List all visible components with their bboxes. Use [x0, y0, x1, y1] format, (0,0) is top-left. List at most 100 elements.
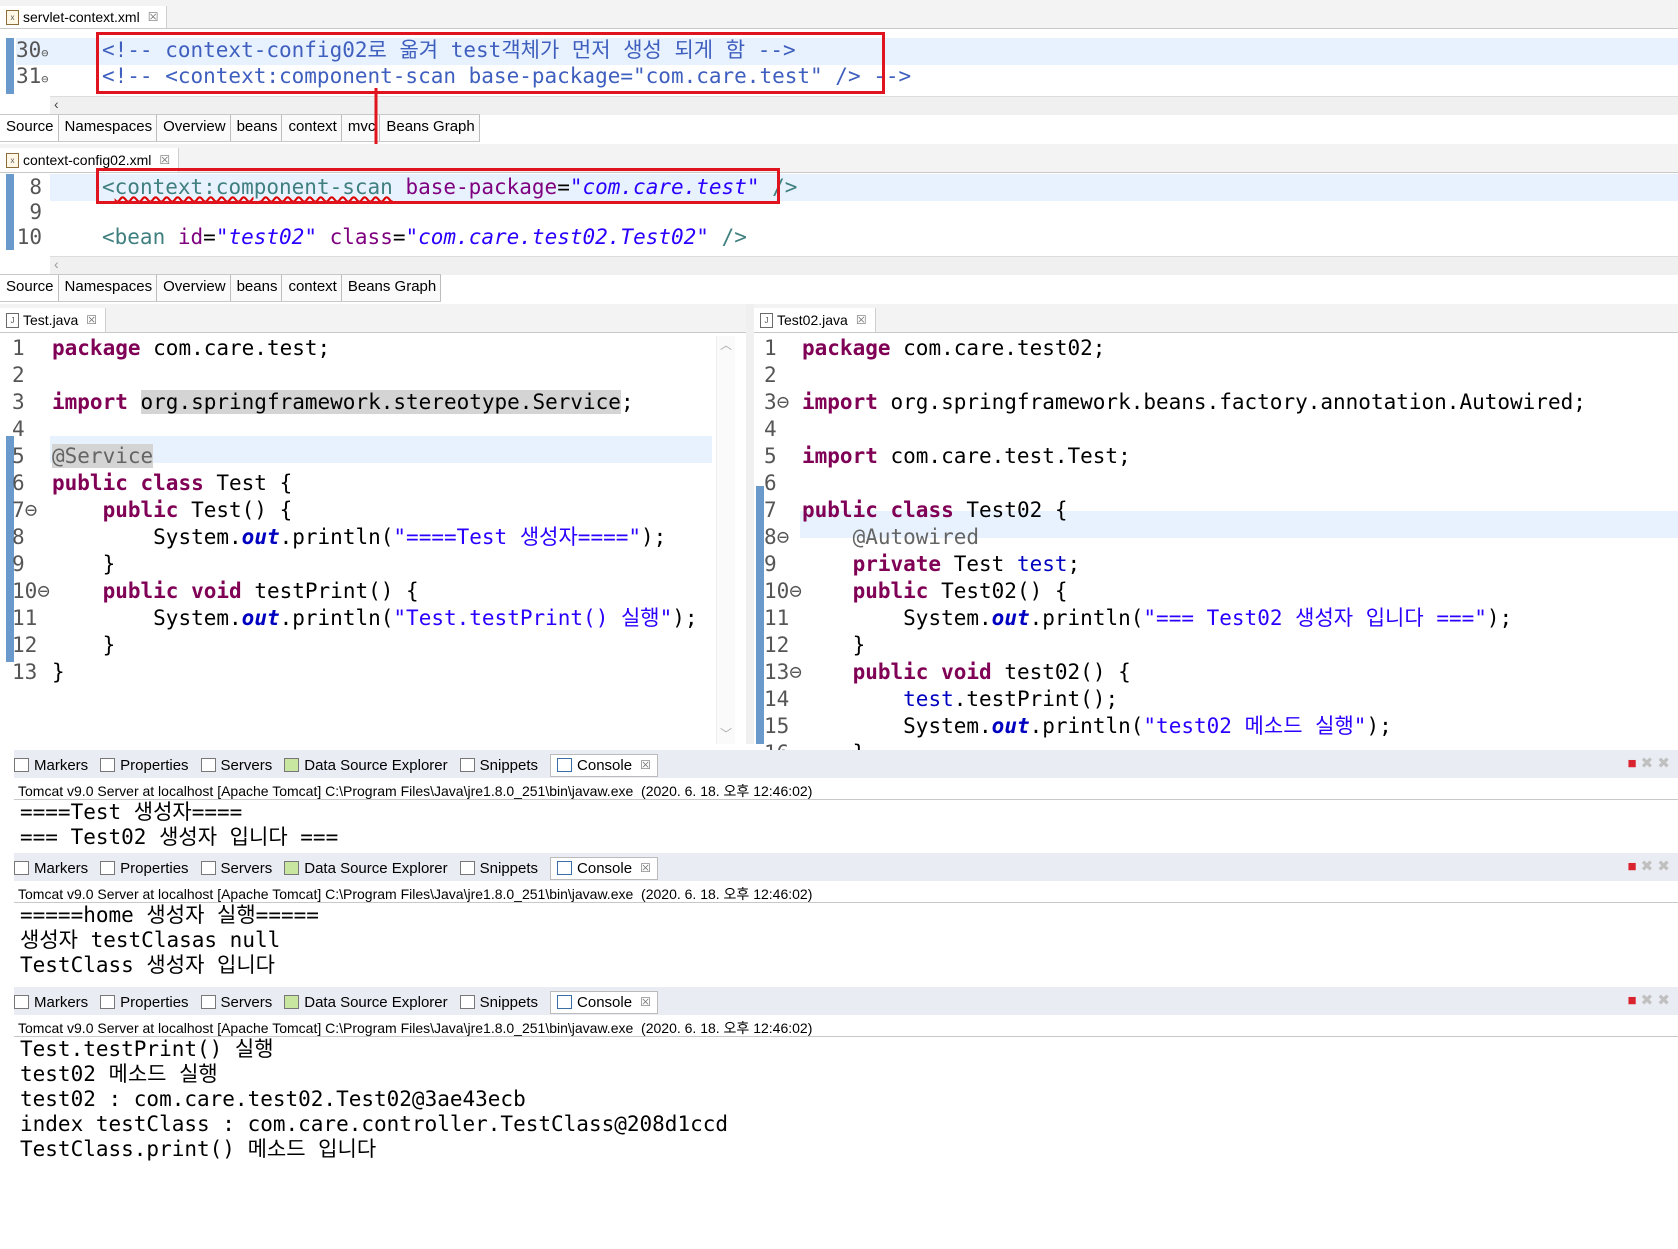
line-number: 31⊖ [16, 64, 49, 88]
console-output-2[interactable]: =====home 생성자 실행===== 생성자 testClasas nul… [20, 903, 319, 978]
tab-markers[interactable]: Markers [14, 994, 88, 1011]
remove-all-icon[interactable]: ✖ [1657, 992, 1670, 1009]
test-java-code[interactable]: package com.care.test; import org.spring… [52, 335, 698, 686]
console-process-title: Tomcat v9.0 Server at localhost [Apache … [18, 1020, 813, 1036]
test02-java-code[interactable]: package com.care.test02; import org.spri… [802, 335, 1586, 767]
terminate-icon[interactable]: ■ [1627, 858, 1636, 875]
properties-icon [100, 758, 116, 772]
remove-launch-icon[interactable]: ✖ [1641, 858, 1654, 875]
terminate-icon[interactable]: ■ [1627, 992, 1636, 1009]
change-ruler [756, 486, 764, 744]
tab-snippets[interactable]: Snippets [459, 994, 538, 1011]
tab-beans[interactable]: beans [230, 275, 283, 301]
close-icon[interactable]: ☒ [640, 995, 651, 1009]
close-icon[interactable]: ☒ [640, 758, 651, 772]
snippets-icon [459, 861, 475, 875]
tab-properties[interactable]: Properties [100, 994, 189, 1011]
editor-split-divider[interactable] [746, 304, 754, 744]
console-icon [557, 861, 573, 875]
tab-context[interactable]: context [282, 115, 342, 141]
tab-data-source-explorer[interactable]: Data Source Explorer [284, 860, 448, 877]
scroll-left-icon[interactable]: ‹ [54, 256, 59, 272]
tab-context[interactable]: context [282, 275, 342, 301]
code-line-10[interactable]: <bean id="test02" class="com.care.test02… [102, 224, 747, 251]
tab-namespaces[interactable]: Namespaces [58, 275, 158, 301]
tab-source[interactable]: Source [0, 275, 59, 301]
close-icon[interactable]: ☒ [856, 313, 867, 327]
view-tabs: Markers Properties Servers Data Source E… [14, 855, 670, 881]
editor-bottom-tabs: Source Namespaces Overview beans context… [0, 114, 480, 142]
close-icon[interactable]: ☒ [148, 10, 159, 24]
servers-icon [200, 995, 216, 1009]
horizontal-scrollbar[interactable]: ‹ [50, 256, 1678, 275]
snippets-icon [459, 995, 475, 1009]
java-file-icon: J [6, 312, 19, 328]
console-icon [557, 995, 573, 1009]
tab-servers[interactable]: Servers [200, 757, 272, 774]
view-tabs: Markers Properties Servers Data Source E… [14, 989, 670, 1015]
tab-overview[interactable]: Overview [157, 275, 231, 301]
markers-icon [14, 861, 29, 875]
tab-servlet-context[interactable]: x servlet-context.xml ☒ [0, 6, 168, 28]
tab-data-source-explorer[interactable]: Data Source Explorer [284, 994, 448, 1011]
tab-console[interactable]: Console ☒ [550, 753, 658, 777]
test02-java-tabstrip: J Test02.java ☒ [754, 304, 1678, 333]
markers-icon [14, 758, 29, 772]
console-toolbar-icons: ■ ✖ ✖ [1627, 754, 1670, 772]
console-output-3[interactable]: Test.testPrint() 실행 test02 메소드 실행 test02… [20, 1037, 728, 1162]
horizontal-scrollbar[interactable]: ‹ [50, 96, 1678, 115]
console-toolbar-icons: ■ ✖ ✖ [1627, 991, 1670, 1009]
tab-markers[interactable]: Markers [14, 757, 88, 774]
markers-icon [14, 995, 29, 1009]
tab-test02-java[interactable]: J Test02.java ☒ [754, 308, 876, 332]
tab-label: context-config02.xml [23, 152, 152, 168]
tab-servers[interactable]: Servers [200, 860, 272, 877]
remove-all-icon[interactable]: ✖ [1657, 755, 1670, 772]
database-icon [284, 861, 300, 875]
tab-beans-graph[interactable]: Beans Graph [380, 115, 480, 141]
tab-namespaces[interactable]: Namespaces [58, 115, 158, 141]
console-output-1[interactable]: ====Test 생성자==== === Test02 생성자 입니다 === [20, 800, 338, 850]
tab-servers[interactable]: Servers [200, 994, 272, 1011]
line-number: 9 [29, 200, 42, 224]
close-icon[interactable]: ☒ [159, 153, 170, 167]
line-numbers: 1 2 3⊖ 4 5 6 7 8⊖ 9 10⊖ 11 12 13⊖ 14 15 … [764, 336, 802, 765]
servers-icon [200, 758, 216, 772]
scroll-up-icon[interactable]: ︿ [720, 336, 732, 353]
tab-beans-graph[interactable]: Beans Graph [341, 275, 442, 301]
remove-all-icon[interactable]: ✖ [1657, 858, 1670, 875]
tab-source[interactable]: Source [0, 115, 59, 141]
highlight-box-commented-scan [96, 32, 885, 94]
tab-beans[interactable]: beans [230, 115, 283, 141]
tab-properties[interactable]: Properties [100, 757, 189, 774]
tab-properties[interactable]: Properties [100, 860, 189, 877]
scroll-down-icon[interactable]: ﹀ [720, 725, 732, 742]
terminate-icon[interactable]: ■ [1627, 755, 1636, 772]
view-tabs: Markers Properties Servers Data Source E… [14, 752, 670, 778]
line-number: 8 [29, 175, 42, 199]
tab-markers[interactable]: Markers [14, 860, 88, 877]
tab-snippets[interactable]: Snippets [459, 860, 538, 877]
scroll-left-icon[interactable]: ‹ [54, 96, 59, 112]
line-number: 10 [16, 225, 42, 249]
editor-bottom-tabs: Source Namespaces Overview beans context… [0, 274, 442, 302]
close-icon[interactable]: ☒ [640, 861, 651, 875]
tab-test-java[interactable]: J Test.java ☒ [0, 308, 107, 332]
tab-snippets[interactable]: Snippets [459, 757, 538, 774]
vertical-scrollbar[interactable]: ︿ ﹀ [716, 336, 735, 744]
tab-overview[interactable]: Overview [157, 115, 231, 141]
console-icon [557, 758, 573, 772]
xml-file-icon: x [6, 9, 19, 25]
close-icon[interactable]: ☒ [86, 313, 97, 327]
tab-console[interactable]: Console ☒ [550, 856, 658, 880]
remove-launch-icon[interactable]: ✖ [1641, 992, 1654, 1009]
change-ruler [6, 174, 14, 250]
properties-icon [100, 995, 116, 1009]
java-file-icon: J [760, 312, 773, 328]
test-java-tabstrip: J Test.java ☒ [0, 304, 746, 333]
snippets-icon [459, 758, 475, 772]
change-ruler [6, 38, 14, 94]
tab-console[interactable]: Console ☒ [550, 990, 658, 1014]
remove-launch-icon[interactable]: ✖ [1641, 755, 1654, 772]
tab-data-source-explorer[interactable]: Data Source Explorer [284, 757, 448, 774]
